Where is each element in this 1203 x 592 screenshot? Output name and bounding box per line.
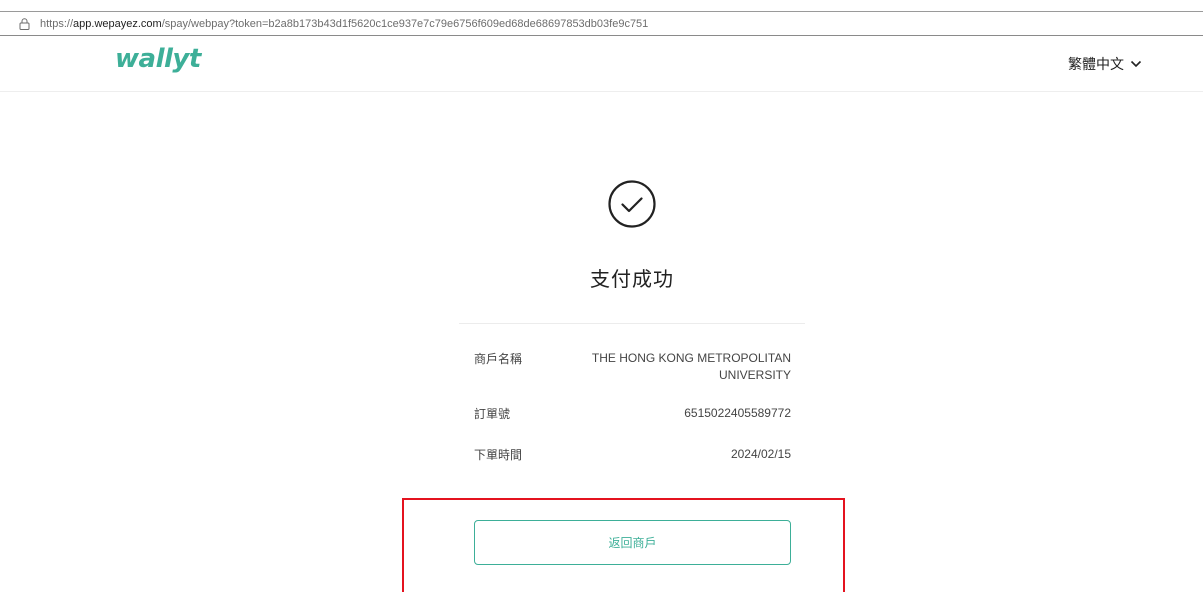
browser-address-bar[interactable]: https://app.wepayez.com/spay/webpay?toke… <box>0 11 1203 36</box>
divider <box>459 323 805 324</box>
order-label: 訂單號 <box>474 407 511 421</box>
order-time-label: 下單時間 <box>474 448 523 462</box>
order-time-value: 2024/02/15 <box>730 447 791 461</box>
url-path: /spay/webpay?token=b2a8b173b43d1f5620c1c… <box>161 17 649 30</box>
payment-success-title: 支付成功 <box>590 269 674 291</box>
address-url[interactable]: https://app.wepayez.com/spay/webpay?toke… <box>40 18 648 30</box>
payment-result-page: https://app.wepayez.com/spay/webpay?toke… <box>0 0 1203 592</box>
success-check-icon <box>608 180 656 228</box>
language-label: 繁體中文 <box>1068 56 1124 72</box>
merchant-label: 商戶名稱 <box>474 352 523 366</box>
order-time-row: 下單時間 2024/02/15 <box>474 446 791 463</box>
language-selector[interactable]: 繁體中文 <box>1068 54 1142 74</box>
url-host: app.wepayez.com <box>73 17 162 30</box>
chevron-down-icon <box>1130 60 1142 68</box>
merchant-value: THE HONG KONG METROPOLITAN UNIVERSITY <box>591 351 791 382</box>
order-value: 6515022405589772 <box>684 406 791 420</box>
lock-icon <box>19 17 30 30</box>
url-prefix: https:// <box>40 17 74 30</box>
site-header: wallyt 繁體中文 <box>0 36 1203 92</box>
back-to-merchant-button[interactable]: 返回商戶 <box>474 520 791 565</box>
wallyt-logo[interactable]: wallyt <box>115 44 201 74</box>
merchant-row: 商戶名稱 THE HONG KONG METROPOLITAN UNIVERSI… <box>474 350 791 386</box>
order-row: 訂單號 6515022405589772 <box>474 405 791 422</box>
